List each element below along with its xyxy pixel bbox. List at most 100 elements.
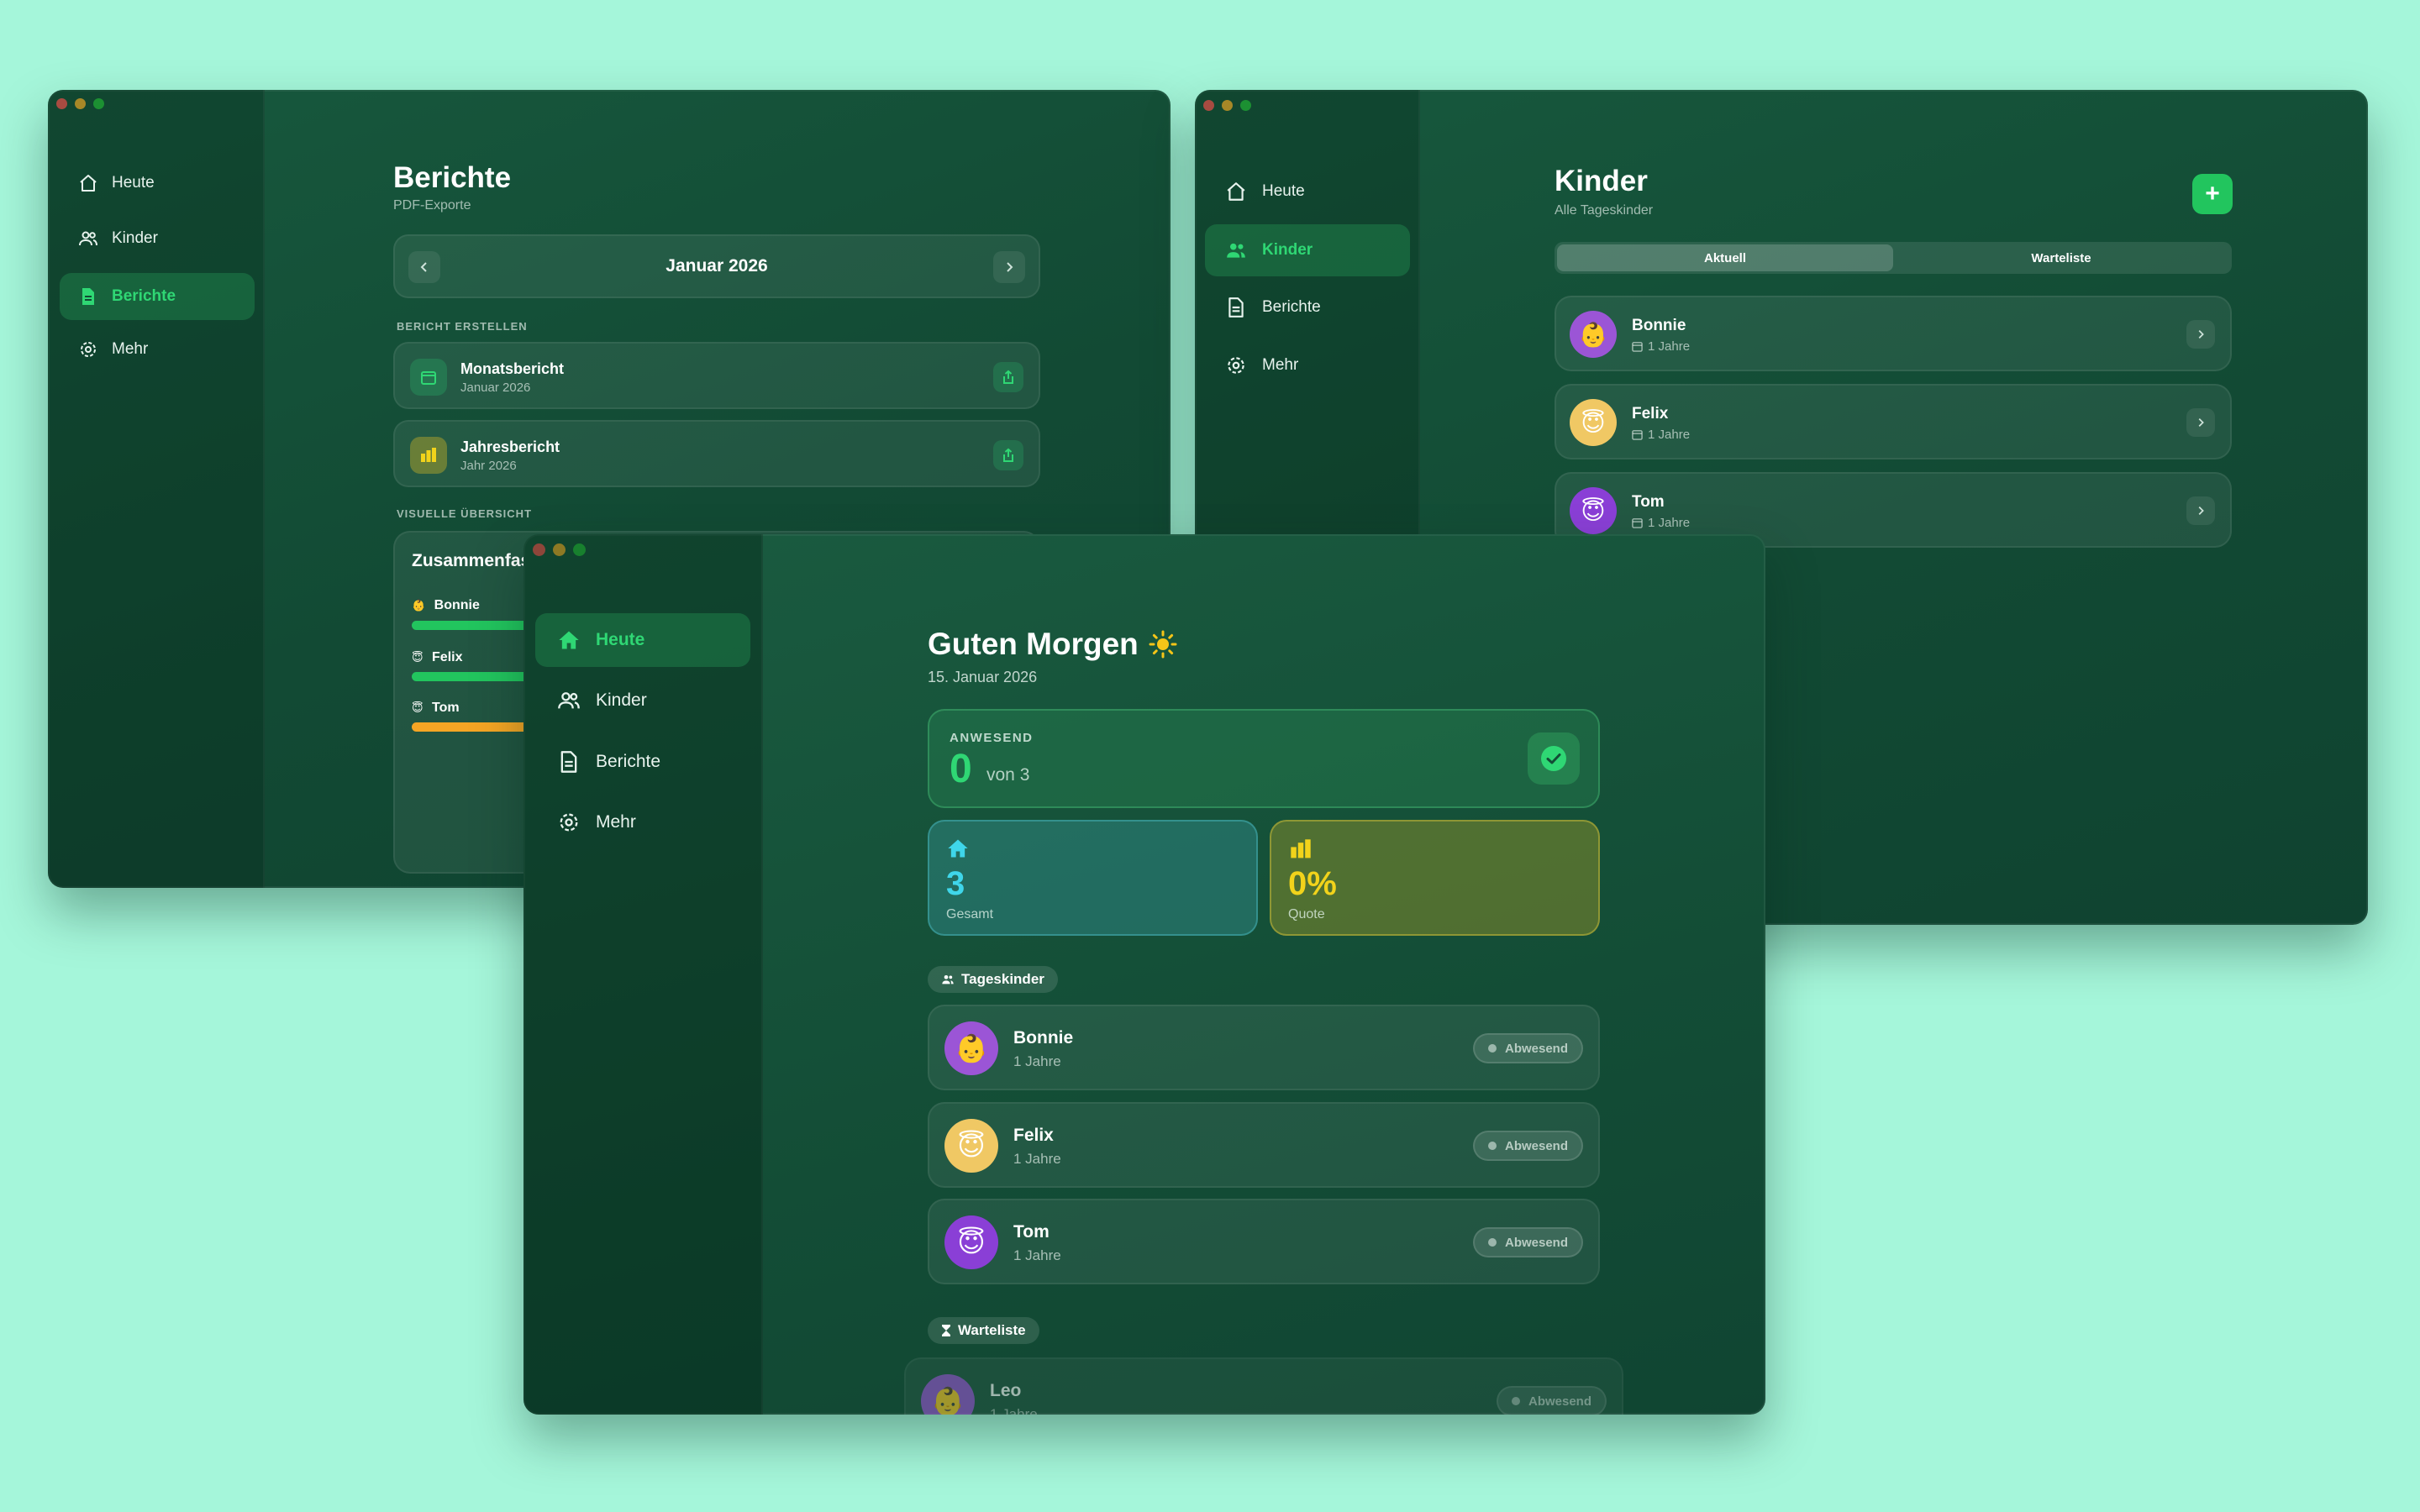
list-item[interactable]: 👶 Bonnie 1 Jahre	[1555, 296, 2232, 371]
avatar-emoji: 😇	[1581, 497, 1606, 524]
tab-aktuell[interactable]: Aktuell	[1557, 244, 1893, 271]
age-label: 1 Jahre	[1648, 516, 1691, 530]
status-label: Abwesend	[1528, 1394, 1591, 1409]
calendar-icon	[410, 359, 447, 396]
sidebar-item-kinder[interactable]: Kinder	[60, 215, 255, 262]
bar-chart-icon	[1291, 839, 1311, 858]
status-badge[interactable]: Abwesend	[1472, 1227, 1583, 1257]
report-title: Jahresbericht	[460, 438, 560, 455]
child-name: Bonnie	[1013, 1028, 1074, 1047]
sidebar-item-heute[interactable]: Heute	[60, 160, 255, 207]
chevron-right-icon	[2198, 330, 2204, 339]
sun-icon	[1149, 630, 1177, 659]
date-label: 15. Januar 2026	[928, 669, 1038, 685]
page-title: Guten Morgen	[928, 627, 1177, 662]
avatar-emoji: 👶	[1578, 321, 1608, 348]
avatar-emoji: 👶	[931, 1386, 965, 1415]
list-item[interactable]: 👶 Leo 1 Jahre Abwesend	[904, 1357, 1623, 1415]
status-badge[interactable]: Abwesend	[1472, 1131, 1583, 1161]
sidebar-item-label: Kinder	[596, 690, 647, 710]
sidebar-item-kinder[interactable]: Kinder	[535, 674, 750, 727]
add-child-button[interactable]: +	[2192, 174, 2233, 214]
status-badge[interactable]: Abwesend	[1496, 1386, 1607, 1415]
avatar: 👶	[944, 1021, 998, 1075]
share-icon	[1003, 370, 1013, 384]
child-name: Bonnie	[1632, 317, 1686, 334]
status-badge[interactable]: Abwesend	[1472, 1033, 1583, 1063]
status-label: Abwesend	[1504, 1235, 1568, 1250]
child-age: 1 Jahre	[1013, 1151, 1061, 1167]
sidebar-item-label: Mehr	[1262, 356, 1299, 374]
users-icon	[942, 975, 954, 984]
quota-label: Quote	[1288, 907, 1325, 921]
page-title: Kinder	[1555, 165, 1648, 197]
stat-card-quota: 0% Quote	[1270, 820, 1600, 936]
summary-title: Zusammenfas	[412, 551, 531, 570]
avatar-emoji: 😇	[412, 701, 424, 714]
document-icon	[82, 288, 94, 305]
sidebar-item-berichte[interactable]: Berichte	[1205, 281, 1410, 333]
section-label: Warteliste	[958, 1322, 1026, 1338]
open-child-button[interactable]	[2186, 408, 2215, 437]
total-value: 3	[946, 865, 965, 902]
quota-value: 0%	[1288, 865, 1337, 902]
sidebar-item-mehr[interactable]: Mehr	[535, 795, 750, 849]
avatar-emoji: 😇	[1581, 409, 1606, 436]
status-dot	[1487, 1142, 1497, 1150]
bar-chart-icon	[410, 437, 447, 474]
sidebar-item-mehr[interactable]: Mehr	[60, 326, 255, 373]
list-item[interactable]: 😇 Tom 1 Jahre Abwesend	[928, 1199, 1600, 1284]
sidebar-item-label: Heute	[1262, 182, 1305, 200]
gear-icon	[1228, 357, 1244, 374]
sidebar-item-mehr[interactable]: Mehr	[1205, 339, 1410, 391]
sidebar-item-label: Kinder	[112, 229, 158, 247]
present-value: 0	[950, 747, 972, 791]
status-dot	[1487, 1238, 1497, 1247]
child-age: 1 Jahre	[1632, 516, 1690, 530]
sidebar-item-kinder[interactable]: Kinder	[1205, 224, 1410, 276]
section-header: VISUELLE ÜBERSICHT	[397, 507, 533, 520]
child-age: 1 Jahre	[1013, 1053, 1061, 1069]
page-subtitle: Alle Tageskinder	[1555, 203, 1654, 218]
sidebar-item-heute[interactable]: Heute	[1205, 165, 1410, 218]
calendar-icon	[1632, 430, 1643, 440]
report-card-monthly[interactable]: Monatsbericht Januar 2026	[393, 342, 1040, 409]
section-warteliste: Warteliste	[928, 1317, 1039, 1344]
child-name: Bonnie	[434, 598, 480, 612]
report-card-yearly[interactable]: Jahresbericht Jahr 2026	[393, 420, 1040, 487]
document-icon	[560, 751, 577, 773]
check-all-button[interactable]	[1528, 732, 1580, 785]
tab-warteliste[interactable]: Warteliste	[1893, 244, 2229, 271]
share-button[interactable]	[993, 362, 1023, 392]
month-label: Januar 2026	[666, 256, 768, 276]
chevron-right-icon	[2198, 507, 2204, 515]
avatar: 😇	[1570, 399, 1617, 446]
sidebar: Heute Kinder Berichte Mehr	[523, 534, 763, 1415]
document-icon	[1228, 297, 1244, 318]
section-label: Tageskinder	[961, 971, 1044, 987]
list-item[interactable]: 👶 Bonnie 1 Jahre Abwesend	[928, 1005, 1600, 1090]
sidebar-item-heute[interactable]: Heute	[535, 613, 750, 667]
page-subtitle: PDF-Exporte	[393, 198, 471, 213]
sidebar-item-label: Heute	[112, 174, 155, 192]
share-button[interactable]	[993, 440, 1023, 470]
list-item[interactable]: 😇 Felix 1 Jahre	[1555, 384, 2232, 459]
child-name: Tom	[432, 701, 460, 715]
sidebar-item-label: Mehr	[596, 812, 636, 832]
child-age: 1 Jahre	[1632, 428, 1690, 442]
avatar: 👶	[1570, 311, 1617, 358]
sidebar-item-berichte[interactable]: Berichte	[60, 273, 255, 320]
open-child-button[interactable]	[2186, 320, 2215, 349]
sidebar-item-berichte[interactable]: Berichte	[535, 735, 750, 789]
child-name: Tom	[1632, 493, 1665, 511]
users-icon	[1227, 243, 1245, 258]
list-item[interactable]: 😇 Felix 1 Jahre Abwesend	[928, 1102, 1600, 1188]
child-age: 1 Jahre	[1632, 339, 1690, 354]
open-child-button[interactable]	[2186, 496, 2215, 525]
next-month-button[interactable]	[993, 251, 1025, 283]
report-subtitle: Januar 2026	[460, 381, 531, 395]
users-icon	[558, 692, 580, 709]
sidebar-item-label: Berichte	[1262, 298, 1321, 316]
report-title: Monatsbericht	[460, 360, 565, 377]
age-label: 1 Jahre	[1648, 339, 1691, 354]
